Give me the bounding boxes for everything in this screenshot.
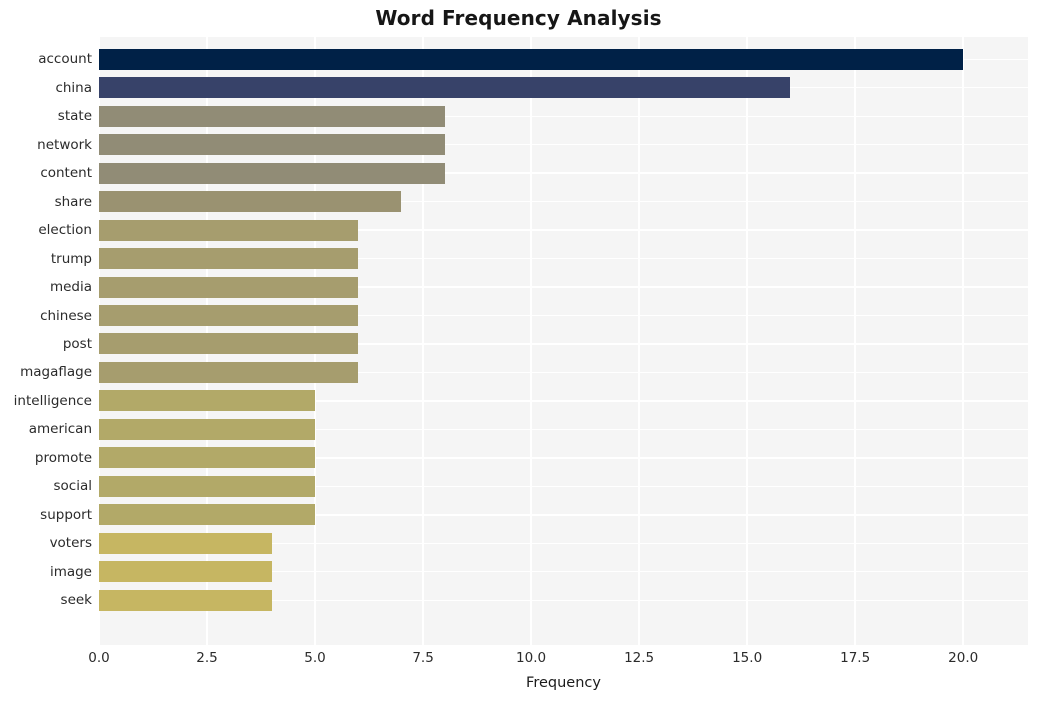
y-axis-tick-label: voters xyxy=(49,535,92,552)
y-axis-tick-label: chinese xyxy=(40,307,92,324)
chart-title: Word Frequency Analysis xyxy=(375,6,662,30)
y-axis-tick-label: election xyxy=(38,222,92,239)
y-axis-tick-labels: account china state network content share elec… xyxy=(0,37,92,645)
y-axis-tick-label: promote xyxy=(34,449,92,466)
y-axis-tick-label: china xyxy=(55,79,92,96)
plot-area xyxy=(99,37,1028,645)
y-axis-tick-label: social xyxy=(53,478,93,495)
bar xyxy=(99,532,272,554)
x-axis-tick-label: 12.5 xyxy=(624,650,655,666)
bar xyxy=(99,191,402,213)
bar xyxy=(99,305,359,326)
y-axis-tick-label: seek xyxy=(60,592,92,609)
x-axis-tick-label: 10.0 xyxy=(516,650,547,666)
x-axis-tick-label: 20.0 xyxy=(948,650,979,666)
bar xyxy=(99,589,272,611)
bar xyxy=(99,248,359,270)
bar xyxy=(99,77,791,99)
x-axis-tick-label: 15.0 xyxy=(732,650,763,666)
y-axis-tick-label: state xyxy=(57,108,92,125)
y-axis-tick-label: support xyxy=(40,506,92,523)
y-axis-tick-label: account xyxy=(38,51,92,68)
y-axis-tick-label: intelligence xyxy=(13,392,92,409)
y-axis-tick-label: media xyxy=(49,279,92,296)
bar xyxy=(99,48,964,70)
x-axis-tick-label: 17.5 xyxy=(840,650,871,666)
bar xyxy=(99,162,445,184)
x-axis-title: Frequency xyxy=(526,675,601,691)
y-axis-tick-label: content xyxy=(40,165,92,182)
bar xyxy=(99,418,316,440)
bar xyxy=(99,475,316,497)
bar xyxy=(99,447,316,469)
y-axis-tick-label: post xyxy=(62,335,92,352)
y-axis-tick-label: share xyxy=(54,193,92,210)
bar xyxy=(99,105,445,127)
x-axis-tick-labels: 0.0 2.5 5.0 7.5 10.0 12.5 15.0 17.5 20.0 xyxy=(0,650,1037,670)
x-axis-tick-label: 5.0 xyxy=(304,650,326,666)
y-axis-tick-label: network xyxy=(37,136,92,153)
bar xyxy=(99,219,359,241)
bar xyxy=(99,276,359,298)
bar xyxy=(99,333,359,355)
bar xyxy=(99,390,316,412)
bar xyxy=(99,361,359,383)
x-axis-tick-label: 0.0 xyxy=(88,650,110,666)
y-axis-tick-label: image xyxy=(49,563,92,580)
chart-figure: Word Frequency Analysis account china stat… xyxy=(0,0,1037,701)
bar xyxy=(99,134,445,156)
bar xyxy=(99,561,272,583)
y-axis-tick-label: trump xyxy=(50,250,92,267)
bar-series xyxy=(99,37,1028,645)
bar xyxy=(99,504,316,526)
y-axis-tick-label: american xyxy=(28,421,92,438)
x-axis-tick-label: 7.5 xyxy=(412,650,434,666)
x-axis-tick-label: 2.5 xyxy=(196,650,218,666)
y-axis-tick-label: magaflage xyxy=(20,364,92,381)
